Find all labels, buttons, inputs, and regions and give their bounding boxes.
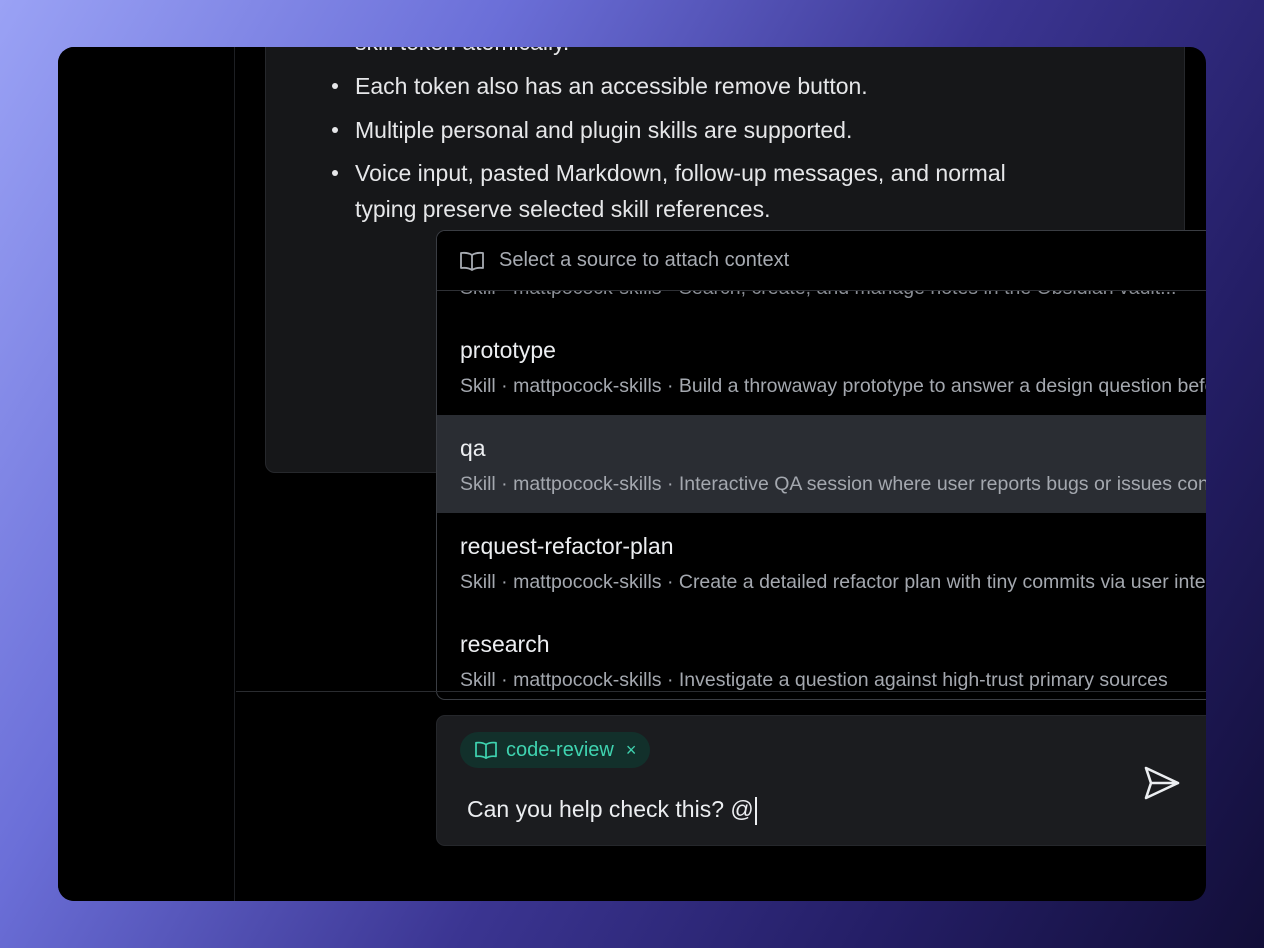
- list-item-request-refactor-plan[interactable]: request-refactor-plan Skill · mattpocock…: [437, 513, 1206, 611]
- list-item-research[interactable]: research Skill · mattpocock-skills · Inv…: [437, 611, 1206, 699]
- item-name: qa: [460, 435, 486, 461]
- message-input[interactable]: Can you help check this? @: [467, 792, 1187, 826]
- book-open-icon: [460, 251, 484, 271]
- skill-list[interactable]: Skill · mattpocock-skills · Search, crea…: [437, 291, 1206, 699]
- message-composer[interactable]: code-review × Can you help check this? @: [436, 715, 1206, 846]
- sidebar: [58, 47, 235, 901]
- message-line: Each token also has an accessible remove…: [355, 73, 868, 99]
- message-line: Voice input, pasted Markdown, follow-up …: [355, 160, 1006, 186]
- app-window: skill token atomically. Each token also …: [58, 47, 1206, 901]
- item-description: Skill · mattpocock-skills · Create a det…: [460, 571, 1206, 593]
- chip-remove-button[interactable]: ×: [626, 740, 637, 761]
- message-line: Multiple personal and plugin skills are …: [355, 117, 853, 143]
- item-description: Skill · mattpocock-skills · Investigate …: [460, 669, 1168, 691]
- context-source-popup: Select a source to attach context Skill …: [436, 230, 1206, 700]
- item-name: research: [460, 631, 550, 657]
- chat-area: skill token atomically. Each token also …: [236, 47, 1206, 901]
- text-caret: [754, 796, 757, 825]
- bullet-icon: [332, 127, 338, 133]
- item-description: Skill · mattpocock-skills · Search, crea…: [460, 291, 1206, 300]
- list-item-prototype[interactable]: prototype Skill · mattpocock-skills · Bu…: [437, 317, 1206, 415]
- item-name: request-refactor-plan: [460, 533, 674, 559]
- send-icon[interactable]: [1142, 763, 1182, 803]
- bullet-icon: [332, 83, 338, 89]
- composer-divider: [236, 691, 1206, 692]
- skill-chip-label: code-review: [506, 738, 614, 761]
- message-line: typing preserve selected skill reference…: [355, 196, 771, 222]
- popup-header: Select a source to attach context: [437, 231, 1206, 291]
- book-open-icon: [475, 741, 497, 760]
- message-line: skill token atomically.: [355, 47, 569, 56]
- item-name: prototype: [460, 337, 556, 363]
- item-description: Skill · mattpocock-skills · Interactive …: [460, 473, 1206, 495]
- item-description: Skill · mattpocock-skills · Build a thro…: [460, 375, 1206, 397]
- list-item-qa[interactable]: qa Skill · mattpocock-skills · Interacti…: [437, 415, 1206, 513]
- popup-header-label: Select a source to attach context: [499, 249, 790, 271]
- bullet-icon: [332, 170, 338, 176]
- skill-chip[interactable]: code-review ×: [460, 732, 651, 768]
- message-input-text: Can you help check this? @: [467, 796, 754, 822]
